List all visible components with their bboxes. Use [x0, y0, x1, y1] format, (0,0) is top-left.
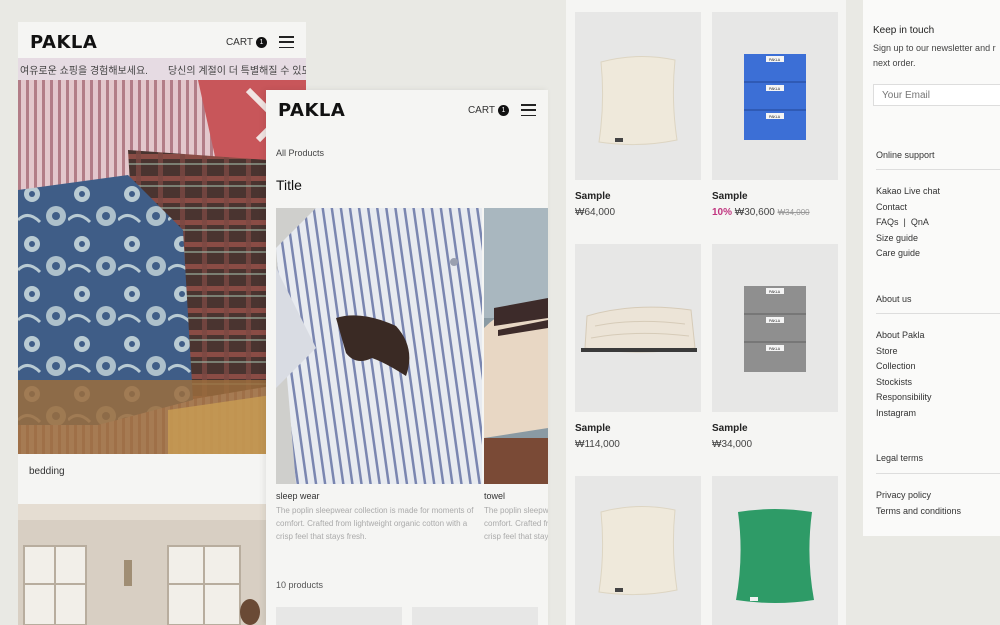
footer-link[interactable]: Kakao Live chat [876, 184, 940, 200]
towel-tag-text: PAKLA [769, 58, 781, 62]
product-image[interactable]: PAKLA PAKLA PAKLA [712, 244, 838, 412]
footer-heading-online-support: Online support [876, 150, 935, 160]
card-desc-towel: The poplin sleepwear collection is made … [484, 506, 548, 541]
footer-link[interactable]: Privacy policy [876, 488, 961, 504]
newsletter-desc-line: next order. [873, 58, 916, 68]
menu-icon[interactable] [521, 104, 536, 116]
card-label-towel[interactable]: towel [484, 491, 505, 501]
cart-count-badge: 1 [256, 36, 267, 48]
footer-links-online-support: Kakao Live chat Contact FAQs | QnA Size … [876, 184, 940, 262]
bedding-caption[interactable]: bedding [29, 466, 65, 477]
footer-link[interactable]: About Pakla [876, 328, 932, 344]
menu-icon[interactable] [279, 36, 294, 48]
product-image[interactable]: PAKLA PAKLA PAKLA [712, 12, 838, 180]
pillows-illustration [18, 80, 306, 454]
folded-duvet-image [581, 306, 697, 353]
announcement-marquee: 여유로운 쇼핑을 경험해보세요. 당신의 계절이 더 특별해질 수 있도록 [18, 58, 306, 80]
striped-shirt-illustration [276, 208, 482, 484]
sale-price: ₩30,600 [734, 207, 775, 218]
towel-tag-text: PAKLA [769, 347, 781, 351]
product-thumb[interactable] [412, 607, 538, 625]
email-field[interactable] [873, 84, 1000, 106]
towel-tag-text: PAKLA [769, 87, 781, 91]
footer-links-about-us: About Pakla Store Collection Stockists R… [876, 328, 932, 421]
blue-towel-stack-image: PAKLA PAKLA PAKLA [744, 54, 806, 140]
breadcrumb[interactable]: All Products [276, 148, 324, 158]
marquee-text-left: 여유로운 쇼핑을 경험해보세요. [20, 65, 148, 77]
sleepwear-image[interactable] [276, 208, 482, 484]
product-price: ₩114,000 [575, 439, 620, 450]
footer-link[interactable]: Terms and conditions [876, 504, 961, 520]
product-price: ₩34,000 [712, 439, 753, 450]
cart-label: CART [467, 104, 495, 116]
room-illustration [18, 504, 306, 625]
left-mobile-panel: PAKLA CART 1 여유로운 쇼핑을 경험해보세요. 당신의 계절이 더 … [18, 22, 306, 625]
footer-link[interactable]: FAQs | QnA [876, 215, 940, 231]
left-header: PAKLA CART 1 [18, 22, 306, 62]
cart-button[interactable]: CART 1 [467, 104, 509, 116]
product-image[interactable] [575, 12, 701, 180]
page-title: Title [276, 177, 302, 193]
footer-heading-about-us: About us [876, 294, 912, 304]
product-name[interactable]: Sample [712, 423, 748, 434]
brand-logo[interactable]: PAKLA [278, 100, 468, 121]
product-count: 10 products [276, 580, 324, 590]
footer-link[interactable]: Responsibility [876, 390, 932, 406]
footer-link[interactable]: Collection [876, 359, 932, 375]
towel-stack-illustration [484, 208, 548, 484]
middle-mobile-panel: PAKLA CART 1 All Products Title sleep we… [266, 90, 548, 625]
room-image[interactable] [18, 504, 306, 625]
discount-rate: 10% [712, 207, 733, 218]
footer-link[interactable]: Store [876, 344, 932, 360]
footer-link[interactable]: Contact [876, 200, 940, 216]
towel-tag-text: PAKLA [769, 290, 781, 294]
bedding-hero-image[interactable] [18, 80, 306, 454]
footer-divider [876, 313, 1000, 314]
cart-label: CART [225, 36, 253, 48]
card-label-sleepwear[interactable]: sleep wear [276, 491, 320, 501]
footer-link[interactable]: Size guide [876, 231, 940, 247]
newsletter-title: Keep in touch [873, 25, 935, 36]
cream-pillow-image [598, 505, 678, 596]
product-price: ₩64,000 [575, 207, 616, 218]
grey-towel-stack-image: PAKLA PAKLA PAKLA [744, 286, 806, 372]
footer-link[interactable]: Stockists [876, 375, 932, 391]
towel-tag-text: PAKLA [769, 115, 781, 119]
product-image[interactable] [575, 476, 701, 625]
middle-header: PAKLA CART 1 [266, 90, 548, 130]
brand-logo[interactable]: PAKLA [30, 32, 226, 53]
cream-pillow-image [598, 55, 678, 146]
newsletter-desc-line: Sign up to our newsletter and r [873, 43, 996, 53]
product-grid-panel: PAKLA PAKLA PAKLA Sample ₩64,000 Sample … [566, 0, 846, 625]
footer-link[interactable]: Instagram [876, 406, 932, 422]
footer-links-legal-terms: Privacy policy Terms and conditions [876, 488, 961, 519]
product-thumb[interactable] [276, 607, 402, 625]
cart-count-badge: 1 [498, 104, 509, 116]
footer-divider [876, 169, 1000, 170]
footer-link[interactable]: Care guide [876, 246, 940, 262]
green-pillow-image [736, 509, 814, 603]
card-desc-sleepwear: The poplin sleepwear collection is made … [276, 506, 474, 541]
product-image[interactable] [575, 244, 701, 412]
product-image[interactable] [712, 476, 838, 625]
cart-button[interactable]: CART 1 [225, 36, 267, 48]
product-name[interactable]: Sample [575, 191, 611, 202]
newsletter-desc: Sign up to our newsletter and r next ord… [873, 41, 996, 71]
product-name[interactable]: Sample [712, 191, 748, 202]
product-price-discount: 10% ₩30,600 ₩34,000 [712, 207, 810, 218]
footer-divider [876, 473, 1000, 474]
towel-tag-text: PAKLA [769, 319, 781, 323]
marquee-text-right: 당신의 계절이 더 특별해질 수 있도록 [167, 65, 306, 77]
original-price: ₩34,000 [777, 208, 810, 217]
towel-image[interactable] [484, 208, 548, 484]
footer-panel: Keep in touch Sign up to our newsletter … [863, 0, 1000, 536]
product-name[interactable]: Sample [575, 423, 611, 434]
footer-heading-legal-terms: Legal terms [876, 453, 924, 463]
